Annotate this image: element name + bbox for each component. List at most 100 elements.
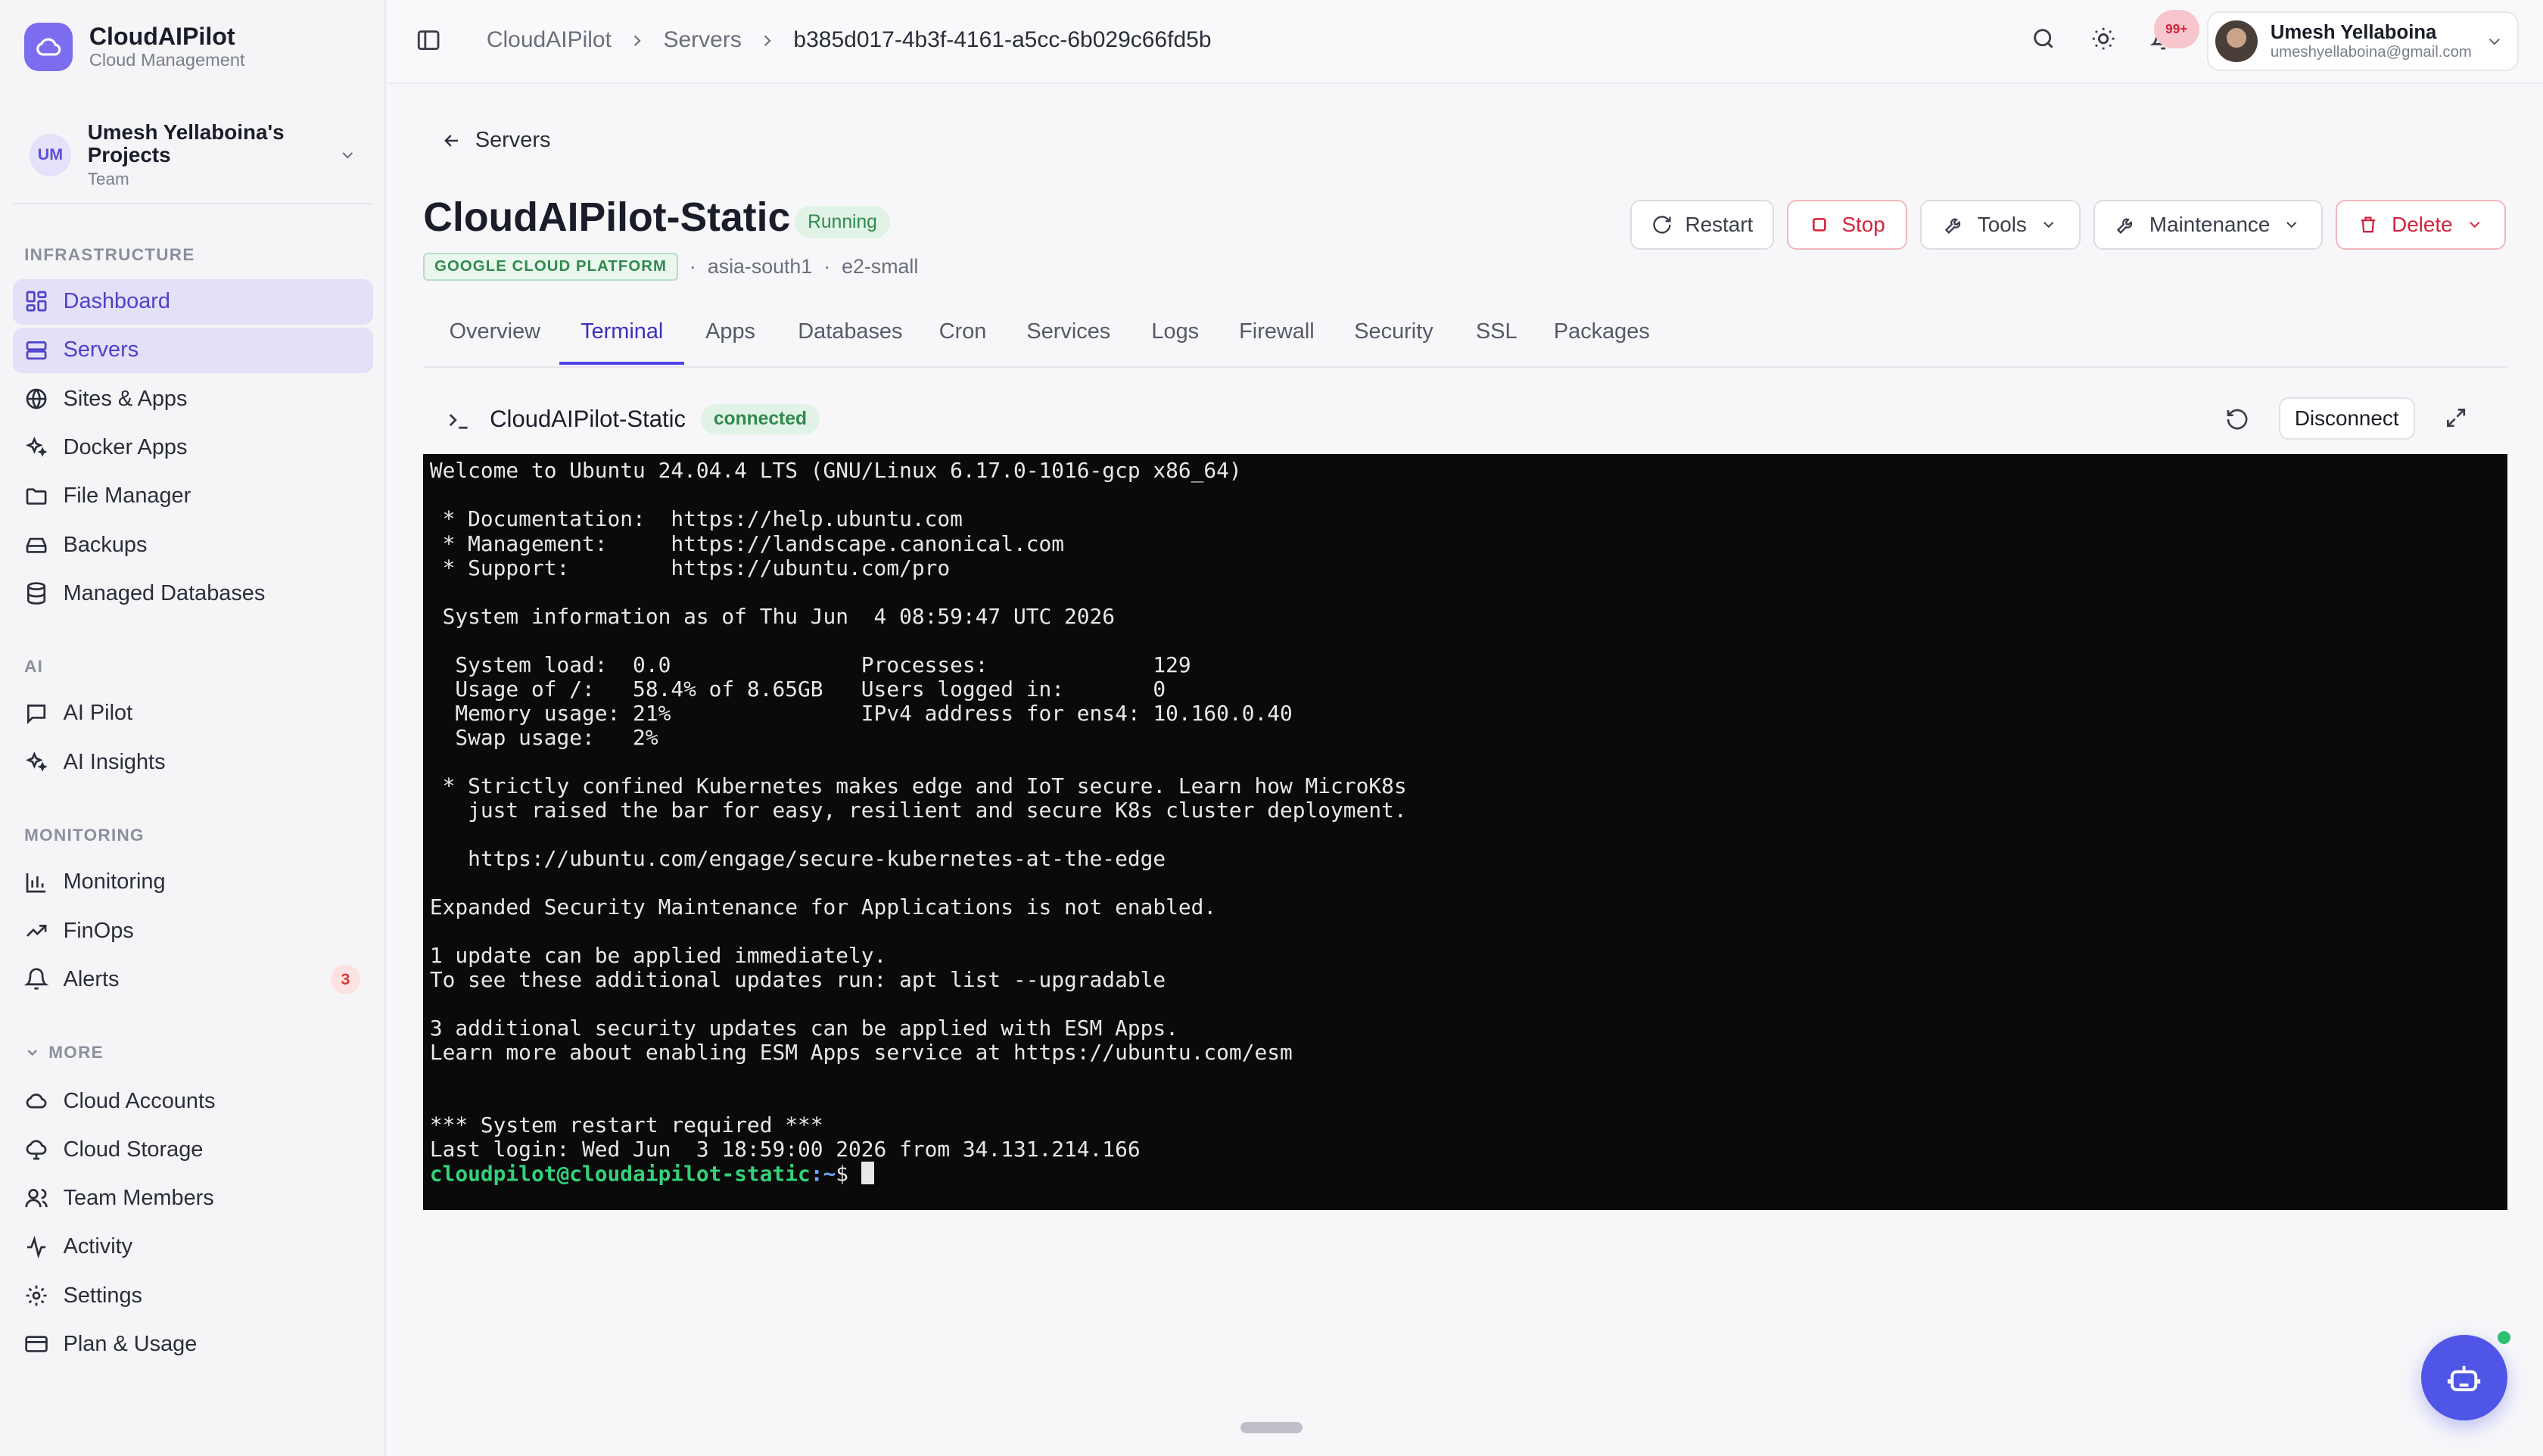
- chat-icon: [27, 704, 46, 724]
- sidebar-item-managed-databases[interactable]: Managed Databases: [13, 571, 373, 616]
- reconnect-icon[interactable]: [2225, 407, 2249, 431]
- globe-icon: [26, 388, 47, 409]
- chevron-right-icon: [634, 35, 641, 46]
- maintenance-dropdown[interactable]: Maintenance: [2093, 199, 2323, 250]
- connection-status-badge: connected: [700, 403, 820, 435]
- user-menu[interactable]: Umesh Yellaboina umeshyellaboina@gmail.c…: [2207, 11, 2519, 72]
- tools-dropdown[interactable]: Tools: [1920, 199, 2081, 250]
- server-icon: [26, 341, 47, 359]
- stop-button[interactable]: Stop: [1787, 199, 1907, 250]
- maximize-icon[interactable]: [2444, 406, 2468, 430]
- sidebar-item-label: Plan & Usage: [63, 1331, 198, 1356]
- page-title: CloudAIPilot-Static: [423, 195, 791, 241]
- sidebar-item-team-members[interactable]: Team Members: [13, 1176, 373, 1221]
- sidebar-item-dashboard[interactable]: Dashboard: [13, 278, 373, 325]
- sidebar-item-alerts[interactable]: Alerts 3: [13, 957, 373, 1002]
- tab-cron[interactable]: Cron: [939, 319, 987, 344]
- sidebar-item-ai-pilot[interactable]: AI Pilot: [13, 691, 373, 736]
- sidebar-item-label: Cloud Storage: [63, 1137, 204, 1162]
- cloud-icon: [26, 1094, 47, 1109]
- status-badge: Running: [795, 206, 891, 238]
- sidebar-item-cloud-storage[interactable]: Cloud Storage: [13, 1127, 373, 1172]
- alerts-count-badge: 3: [331, 965, 360, 994]
- chevron-down-icon: [342, 151, 353, 159]
- delete-label: Delete: [2392, 212, 2453, 236]
- sidebar-item-label: Monitoring: [63, 870, 166, 894]
- gear-icon: [26, 1285, 47, 1306]
- provider-badge: GOOGLE CLOUD PLATFORM: [423, 253, 678, 281]
- sidebar-item-monitoring[interactable]: Monitoring: [13, 860, 373, 905]
- tab-databases[interactable]: Databases: [798, 319, 902, 344]
- sidebar-toggle-icon[interactable]: [416, 27, 441, 53]
- top-bar: CloudAIPilot Servers b385d017-4b3f-4161-…: [388, 0, 2543, 85]
- tab-services[interactable]: Services: [1026, 319, 1110, 344]
- terminal-header: CloudAIPilot-Static connected Disconnect: [423, 389, 2507, 454]
- sidebar-item-activity[interactable]: Activity: [13, 1224, 373, 1270]
- user-name: Umesh Yellaboina: [2270, 21, 2437, 43]
- search-icon[interactable]: [2031, 26, 2056, 51]
- tab-packages[interactable]: Packages: [1554, 319, 1650, 344]
- tab-security[interactable]: Security: [1354, 319, 1433, 344]
- breadcrumb-home[interactable]: CloudAIPilot: [487, 27, 612, 53]
- section-more[interactable]: MORE: [24, 1043, 104, 1062]
- hard-drive-icon: [26, 537, 47, 553]
- activity-icon: [27, 1235, 46, 1259]
- bar-chart-icon: [26, 873, 46, 893]
- project-type: Team: [87, 169, 129, 188]
- sidebar-item-finops[interactable]: FinOps: [13, 908, 373, 954]
- prompt-path: :~: [810, 1162, 836, 1187]
- sidebar-item-servers[interactable]: Servers: [13, 327, 373, 373]
- terminal-icon: [449, 413, 468, 429]
- sidebar-item-sites-apps[interactable]: Sites & Apps: [13, 376, 373, 422]
- cloud-logo-icon: [24, 23, 73, 72]
- sidebar-item-label: AI Pilot: [63, 701, 133, 726]
- project-switcher[interactable]: UM Umesh Yellaboina's Projects Team: [13, 107, 373, 204]
- chevron-down-icon: [27, 1050, 38, 1056]
- sidebar-item-label: File Manager: [63, 484, 191, 509]
- tab-overview[interactable]: Overview: [450, 319, 540, 344]
- sun-icon[interactable]: [2090, 26, 2116, 51]
- ai-assistant-button[interactable]: [2421, 1334, 2507, 1421]
- sidebar-item-label: Cloud Accounts: [63, 1088, 216, 1113]
- robot-icon: [2448, 1365, 2481, 1392]
- tab-terminal[interactable]: Terminal: [581, 319, 663, 344]
- sparkles-icon: [26, 751, 48, 772]
- terminal-output[interactable]: Welcome to Ubuntu 24.04.4 LTS (GNU/Linux…: [423, 454, 2507, 1210]
- tab-ssl[interactable]: SSL: [1476, 319, 1517, 344]
- brand-subtitle: Cloud Management: [89, 50, 245, 70]
- tab-logs[interactable]: Logs: [1151, 319, 1199, 344]
- folder-icon: [26, 487, 47, 505]
- project-name: Umesh Yellaboina's Projects: [87, 120, 285, 166]
- sidebar-item-ai-insights[interactable]: AI Insights: [13, 739, 373, 785]
- sidebar-item-docker-apps[interactable]: Docker Apps: [13, 425, 373, 470]
- restart-button[interactable]: Restart: [1629, 199, 1775, 250]
- sidebar-item-label: Team Members: [63, 1186, 214, 1211]
- brand-title: CloudAIPilot: [89, 23, 235, 50]
- refresh-icon: [1652, 216, 1671, 234]
- prompt-user: cloudpilot@cloudaipilot-static: [429, 1162, 811, 1187]
- sidebar-item-cloud-accounts[interactable]: Cloud Accounts: [13, 1078, 373, 1124]
- sidebar-item-label: Managed Databases: [63, 580, 266, 605]
- tab-firewall[interactable]: Firewall: [1239, 319, 1315, 344]
- section-ai: AI: [24, 656, 44, 676]
- chevron-down-icon: [2469, 222, 2480, 229]
- breadcrumb-servers[interactable]: Servers: [663, 27, 741, 53]
- sidebar-item-plan-usage[interactable]: Plan & Usage: [13, 1321, 373, 1367]
- resize-handle[interactable]: [1240, 1422, 1303, 1434]
- back-to-servers-link[interactable]: Servers: [441, 128, 550, 153]
- server-region: asia-south1: [707, 254, 813, 278]
- brand[interactable]: CloudAIPilot Cloud Management: [24, 23, 245, 72]
- sidebar-item-label: Alerts: [63, 966, 120, 991]
- delete-dropdown[interactable]: Delete: [2335, 199, 2506, 250]
- chevron-right-icon: [764, 35, 771, 46]
- disconnect-button[interactable]: Disconnect: [2278, 397, 2415, 440]
- sidebar-item-settings[interactable]: Settings: [13, 1273, 373, 1318]
- sidebar-item-label: Sites & Apps: [63, 386, 188, 411]
- prompt-symbol: $: [836, 1162, 861, 1187]
- section-more-label: MORE: [48, 1042, 104, 1062]
- tab-apps[interactable]: Apps: [705, 319, 755, 344]
- sidebar-item-file-manager[interactable]: File Manager: [13, 474, 373, 519]
- sidebar-item-label: AI Insights: [63, 749, 166, 774]
- sidebar-item-backups[interactable]: Backups: [13, 522, 373, 568]
- arrow-left-icon: [444, 134, 458, 147]
